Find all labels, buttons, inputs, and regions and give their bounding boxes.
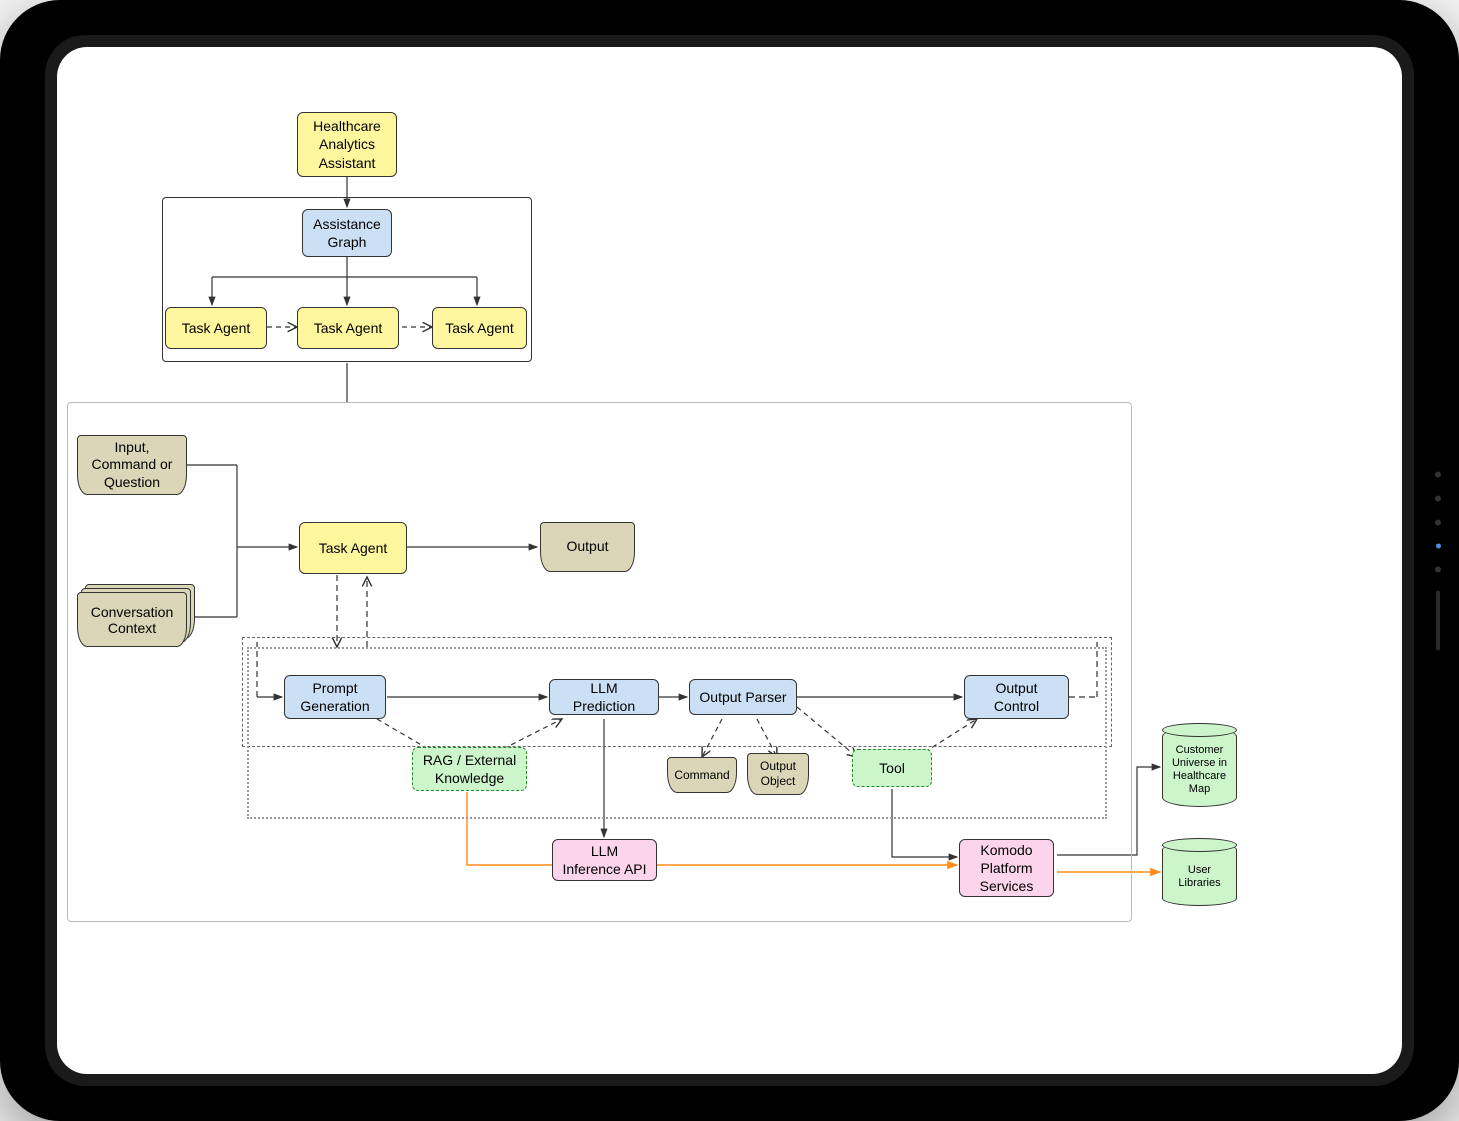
pipeline-dotted-container — [247, 647, 1107, 819]
cylinder-label: User Libraries — [1166, 864, 1233, 890]
doc-label: Conversation Context — [84, 604, 180, 636]
doc-input: Input, Command or Question — [77, 435, 187, 495]
node-label: LLM Prediction — [558, 679, 650, 715]
node-label: Assistance Graph — [311, 215, 383, 251]
node-komodo: Komodo Platform Services — [959, 839, 1054, 897]
cylinder-label: Customer Universe in Healthcare Map — [1166, 744, 1233, 797]
doc-label: Output Object — [756, 759, 800, 789]
node-task-agent-2: Task Agent — [297, 307, 399, 349]
node-label: Prompt Generation — [293, 679, 377, 715]
tablet-bezel: Healthcare Analytics Assistant Assistanc… — [45, 35, 1414, 1086]
node-task-agent-1: Task Agent — [165, 307, 267, 349]
doc-output: Output — [540, 522, 635, 572]
node-task-agent-center: Task Agent — [299, 522, 407, 574]
node-label: Task Agent — [314, 319, 383, 337]
node-output-control: Output Control — [964, 675, 1069, 719]
node-output-parser: Output Parser — [689, 679, 797, 715]
node-assistance-graph: Assistance Graph — [302, 209, 392, 257]
screen: Healthcare Analytics Assistant Assistanc… — [57, 47, 1402, 1074]
node-prompt-generation: Prompt Generation — [284, 675, 386, 719]
diagram-canvas: Healthcare Analytics Assistant Assistanc… — [57, 47, 1402, 1074]
node-label: Task Agent — [182, 319, 251, 337]
doc-label: Output — [566, 538, 608, 556]
cylinder-customer-universe: Customer Universe in Healthcare Map — [1162, 727, 1237, 807]
node-label: Healthcare Analytics Assistant — [306, 117, 388, 172]
doc-output-object: Output Object — [747, 753, 809, 795]
node-rag: RAG / External Knowledge — [412, 747, 527, 791]
node-llm-api: LLM Inference API — [552, 839, 657, 881]
node-label: Output Control — [973, 679, 1060, 715]
doc-command: Command — [667, 757, 737, 793]
tablet-sensor-dots — [1435, 471, 1441, 650]
node-label: LLM Inference API — [561, 842, 648, 878]
doc-label: Input, Command or Question — [86, 439, 178, 492]
node-label: Tool — [879, 759, 905, 777]
cylinder-user-libraries: User Libraries — [1162, 842, 1237, 906]
node-label: Komodo Platform Services — [968, 841, 1045, 896]
node-label: Output Parser — [699, 688, 786, 706]
node-task-agent-3: Task Agent — [432, 307, 527, 349]
tablet-frame: Healthcare Analytics Assistant Assistanc… — [0, 0, 1459, 1121]
node-tool: Tool — [852, 749, 932, 787]
node-label: Task Agent — [445, 319, 514, 337]
node-label: Task Agent — [319, 539, 388, 557]
doc-stack-context: Conversation Context — [77, 592, 187, 647]
doc-label: Command — [674, 768, 729, 783]
node-llm-prediction: LLM Prediction — [549, 679, 659, 715]
node-label: RAG / External Knowledge — [421, 751, 518, 787]
node-root: Healthcare Analytics Assistant — [297, 112, 397, 177]
